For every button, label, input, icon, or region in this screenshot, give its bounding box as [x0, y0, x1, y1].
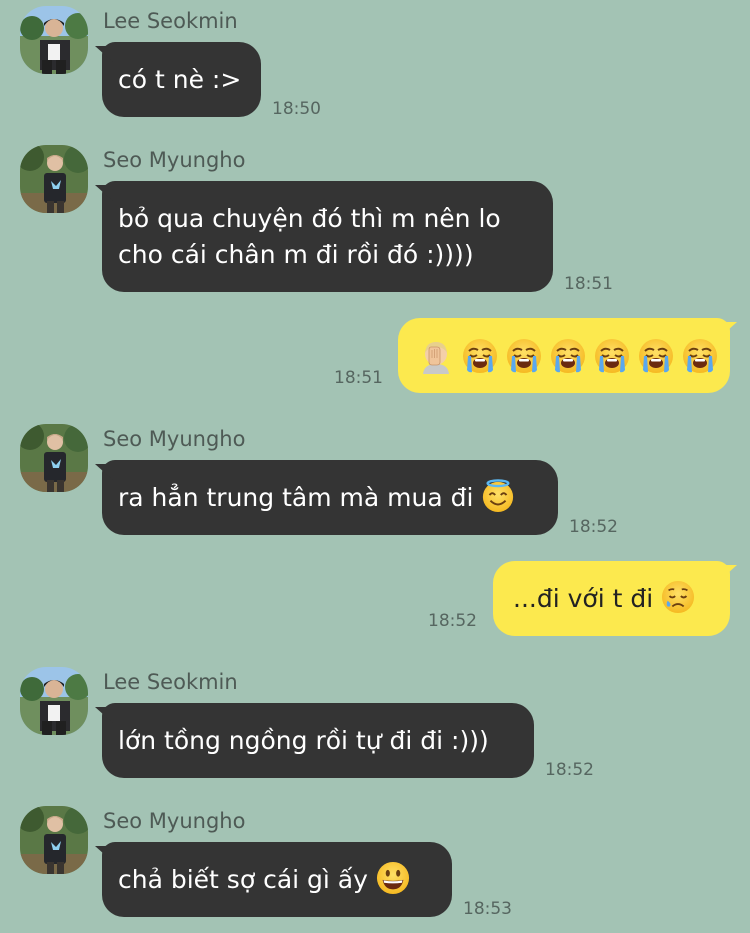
message-line: chả biết sợ cái gì ấy [118, 861, 432, 898]
message-text: chả biết sợ cái gì ấy [118, 865, 368, 894]
message-line: ...đi với t đi [513, 580, 714, 617]
message-timestamp: 18:51 [334, 368, 383, 388]
loudly-crying-face-emoji [594, 338, 630, 374]
message-line: ra hẳn trung tâm mà mua đi [118, 479, 538, 516]
message-text: lớn tồng ngồng rồi tự đi đi :))) [118, 725, 489, 755]
message-text: ra hẳn trung tâm mà mua đi [118, 483, 474, 512]
avatar-lee-seokmin[interactable] [20, 667, 88, 735]
message-timestamp: 18:53 [463, 899, 512, 919]
avatar-lee-seokmin[interactable] [20, 6, 88, 74]
sender-name: Lee Seokmin [103, 670, 238, 694]
sad-but-relieved-face-emoji [661, 580, 695, 614]
emoji-row [418, 338, 714, 374]
grinning-face-with-big-eyes-emoji [376, 861, 410, 895]
message-timestamp: 18:52 [569, 517, 618, 537]
loudly-crying-face-emoji [682, 338, 718, 374]
avatar-seo-myungho[interactable] [20, 806, 88, 874]
loudly-crying-face-emoji [462, 338, 498, 374]
message-bubble-incoming[interactable]: chả biết sợ cái gì ấy [102, 842, 452, 917]
message-bubble-incoming[interactable]: có t nè :> [102, 42, 261, 117]
sender-name: Seo Myungho [103, 427, 246, 451]
message-text-line-2: cho cái chân m đi rồi đó :)))) [118, 239, 474, 269]
message-timestamp: 18:51 [564, 274, 613, 294]
message-text-line-1: bỏ qua chuyện đó thì m nên lo [118, 203, 501, 233]
avatar-seo-myungho[interactable] [20, 145, 88, 213]
message-bubble-incoming[interactable]: ra hẳn trung tâm mà mua đi [102, 460, 558, 535]
message-bubble-incoming[interactable]: bỏ qua chuyện đó thì m nên lo cho cái ch… [102, 181, 553, 292]
sender-name: Seo Myungho [103, 809, 246, 833]
loudly-crying-face-emoji [550, 338, 586, 374]
message-timestamp: 18:50 [272, 99, 321, 119]
facepalm-emoji [418, 338, 454, 374]
loudly-crying-face-emoji [506, 338, 542, 374]
message-bubble-incoming[interactable]: lớn tồng ngồng rồi tự đi đi :))) [102, 703, 534, 778]
message-text: ...đi với t đi [513, 584, 654, 613]
sender-name: Lee Seokmin [103, 9, 238, 33]
avatar-seo-myungho[interactable] [20, 424, 88, 492]
message-text: có t nè :> [118, 64, 242, 94]
message-timestamp: 18:52 [545, 760, 594, 780]
sender-name: Seo Myungho [103, 148, 246, 172]
loudly-crying-face-emoji [638, 338, 674, 374]
smiling-face-with-halo-emoji [481, 479, 515, 513]
message-timestamp: 18:52 [428, 611, 477, 631]
message-bubble-outgoing[interactable]: ...đi với t đi [493, 561, 730, 636]
message-bubble-outgoing[interactable] [398, 318, 730, 393]
